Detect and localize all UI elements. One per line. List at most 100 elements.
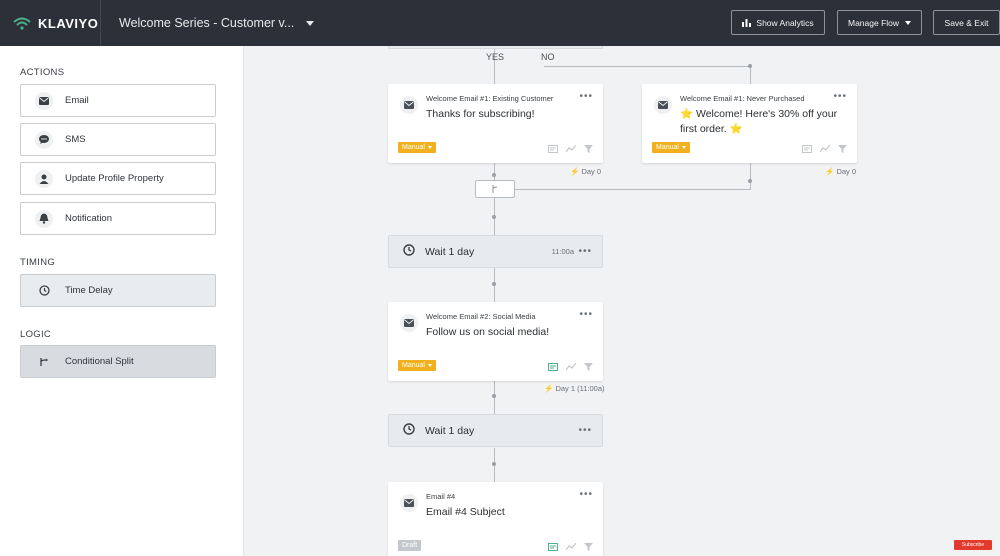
wait-label: Wait 1 day bbox=[425, 245, 475, 258]
bell-icon bbox=[35, 209, 53, 228]
clock-icon bbox=[35, 282, 53, 300]
connector-line bbox=[544, 66, 750, 67]
connector-dot bbox=[748, 179, 752, 183]
sidebar-item-email[interactable]: Email bbox=[20, 84, 216, 117]
email-name: Welcome Email #2: Social Media bbox=[426, 312, 536, 321]
email-card-existing-customer[interactable]: Welcome Email #1: Existing Customer ••• … bbox=[388, 84, 603, 163]
filter-icon[interactable] bbox=[584, 363, 593, 371]
filter-icon[interactable] bbox=[584, 543, 593, 551]
klaviyo-logo[interactable]: KLAVIYO bbox=[0, 16, 100, 31]
more-menu-icon[interactable]: ••• bbox=[579, 489, 593, 500]
connector-dot bbox=[492, 173, 496, 177]
email-name: Welcome Email #1: Existing Customer bbox=[426, 94, 554, 103]
wait-node-2[interactable]: Wait 1 day ••• bbox=[388, 414, 603, 447]
connector-line bbox=[515, 189, 751, 190]
email-card-never-purchased[interactable]: Welcome Email #1: Never Purchased ••• ⭐ … bbox=[642, 84, 857, 163]
day-label: ⚡ Day 1 (11:00a) bbox=[544, 384, 605, 393]
filter-icon[interactable] bbox=[584, 145, 593, 153]
more-menu-icon[interactable]: ••• bbox=[578, 246, 592, 257]
show-analytics-button[interactable]: Show Analytics bbox=[731, 10, 825, 35]
flow-title-dropdown[interactable]: Welcome Series - Customer v... bbox=[101, 16, 315, 30]
connector-line bbox=[750, 66, 751, 84]
analytics-icon[interactable] bbox=[820, 145, 830, 153]
flow-title: Welcome Series - Customer v... bbox=[119, 16, 295, 30]
day-label: ⚡ Day 0 bbox=[825, 167, 857, 176]
subscribe-badge[interactable]: Subscribe bbox=[954, 540, 992, 550]
email-subject: Email #4 Subject bbox=[426, 506, 505, 518]
top-bar: KLAVIYO Welcome Series - Customer v... S… bbox=[0, 0, 1000, 46]
status-tag[interactable]: Manual bbox=[398, 142, 436, 153]
connector-dot bbox=[748, 64, 752, 68]
preview-icon[interactable] bbox=[548, 363, 558, 371]
flow-canvas[interactable]: YES NO Welcome Email #1: Existing Custom… bbox=[244, 46, 1000, 556]
analytics-icon[interactable] bbox=[566, 543, 576, 551]
email-subject: Follow us on social media! bbox=[426, 326, 550, 338]
email-card-social-media[interactable]: Welcome Email #2: Social Media ••• Follo… bbox=[388, 302, 603, 381]
email-subject: Thanks for subscribing! bbox=[426, 108, 535, 120]
yes-label: YES bbox=[486, 52, 505, 62]
bar-chart-icon bbox=[742, 18, 752, 27]
email-name: Email #4 bbox=[426, 492, 456, 501]
brand-name: KLAVIYO bbox=[38, 15, 99, 31]
analytics-icon[interactable] bbox=[566, 363, 576, 371]
merge-node[interactable] bbox=[475, 180, 515, 198]
chevron-down-icon bbox=[427, 364, 432, 367]
sidebar-item-label: Update Profile Property bbox=[65, 173, 164, 184]
split-node-partial[interactable] bbox=[388, 46, 603, 49]
card-actions bbox=[548, 145, 593, 153]
split-icon bbox=[35, 353, 53, 371]
manage-flow-button[interactable]: Manage Flow bbox=[837, 10, 922, 35]
sidebar-item-notification[interactable]: Notification bbox=[20, 202, 216, 235]
wait-node-1[interactable]: Wait 1 day 11:00a ••• bbox=[388, 235, 603, 268]
save-exit-button[interactable]: Save & Exit bbox=[933, 10, 1000, 35]
envelope-icon bbox=[35, 91, 53, 110]
connector-dot bbox=[492, 282, 496, 286]
email-name: Welcome Email #1: Never Purchased bbox=[680, 94, 805, 103]
envelope-icon bbox=[400, 314, 418, 332]
chevron-down-icon bbox=[905, 20, 912, 25]
sidebar-item-time-delay[interactable]: Time Delay bbox=[20, 274, 216, 307]
sidebar-item-conditional-split[interactable]: Conditional Split bbox=[20, 345, 216, 378]
wait-time: 11:00a bbox=[551, 247, 574, 256]
status-tag[interactable]: Draft bbox=[398, 540, 422, 551]
card-actions bbox=[802, 145, 847, 153]
preview-icon[interactable] bbox=[548, 145, 558, 153]
person-icon bbox=[35, 169, 53, 188]
sidebar: ACTIONS Email SMS Update Profile Propert… bbox=[0, 46, 244, 556]
clock-icon bbox=[403, 422, 415, 440]
no-label: NO bbox=[541, 52, 555, 62]
actions-section-title: ACTIONS bbox=[20, 67, 65, 78]
status-tag[interactable]: Manual bbox=[652, 142, 690, 153]
chat-icon bbox=[35, 130, 53, 149]
chevron-down-icon bbox=[427, 146, 432, 149]
envelope-icon bbox=[400, 494, 418, 512]
filter-icon[interactable] bbox=[838, 145, 847, 153]
sidebar-item-update-profile[interactable]: Update Profile Property bbox=[20, 162, 216, 195]
preview-icon[interactable] bbox=[802, 145, 812, 153]
wait-label: Wait 1 day bbox=[425, 424, 475, 437]
day-label: ⚡ Day 0 bbox=[570, 167, 602, 176]
email-card-email-4[interactable]: Email #4 ••• Email #4 Subject Draft bbox=[388, 482, 603, 556]
email-subject: ⭐ Welcome! Here's 30% off your first ord… bbox=[680, 108, 838, 135]
more-menu-icon[interactable]: ••• bbox=[833, 91, 847, 102]
more-menu-icon[interactable]: ••• bbox=[578, 425, 592, 436]
clock-icon bbox=[403, 243, 415, 261]
analytics-icon[interactable] bbox=[566, 145, 576, 153]
more-menu-icon[interactable]: ••• bbox=[579, 91, 593, 102]
envelope-icon bbox=[400, 96, 418, 114]
more-menu-icon[interactable]: ••• bbox=[579, 309, 593, 320]
merge-icon bbox=[492, 185, 498, 193]
status-tag[interactable]: Manual bbox=[398, 360, 436, 371]
card-actions bbox=[548, 363, 593, 371]
preview-icon[interactable] bbox=[548, 543, 558, 551]
card-actions bbox=[548, 543, 593, 551]
logic-section-title: LOGIC bbox=[20, 329, 52, 340]
chevron-down-icon bbox=[681, 146, 686, 149]
connector-dot bbox=[492, 462, 496, 466]
sidebar-item-label: Email bbox=[65, 95, 89, 106]
sidebar-item-sms[interactable]: SMS bbox=[20, 123, 216, 156]
connector-line bbox=[750, 163, 751, 189]
chevron-down-icon bbox=[306, 20, 315, 26]
sidebar-item-label: Notification bbox=[65, 213, 112, 224]
connector-dot bbox=[492, 215, 496, 219]
